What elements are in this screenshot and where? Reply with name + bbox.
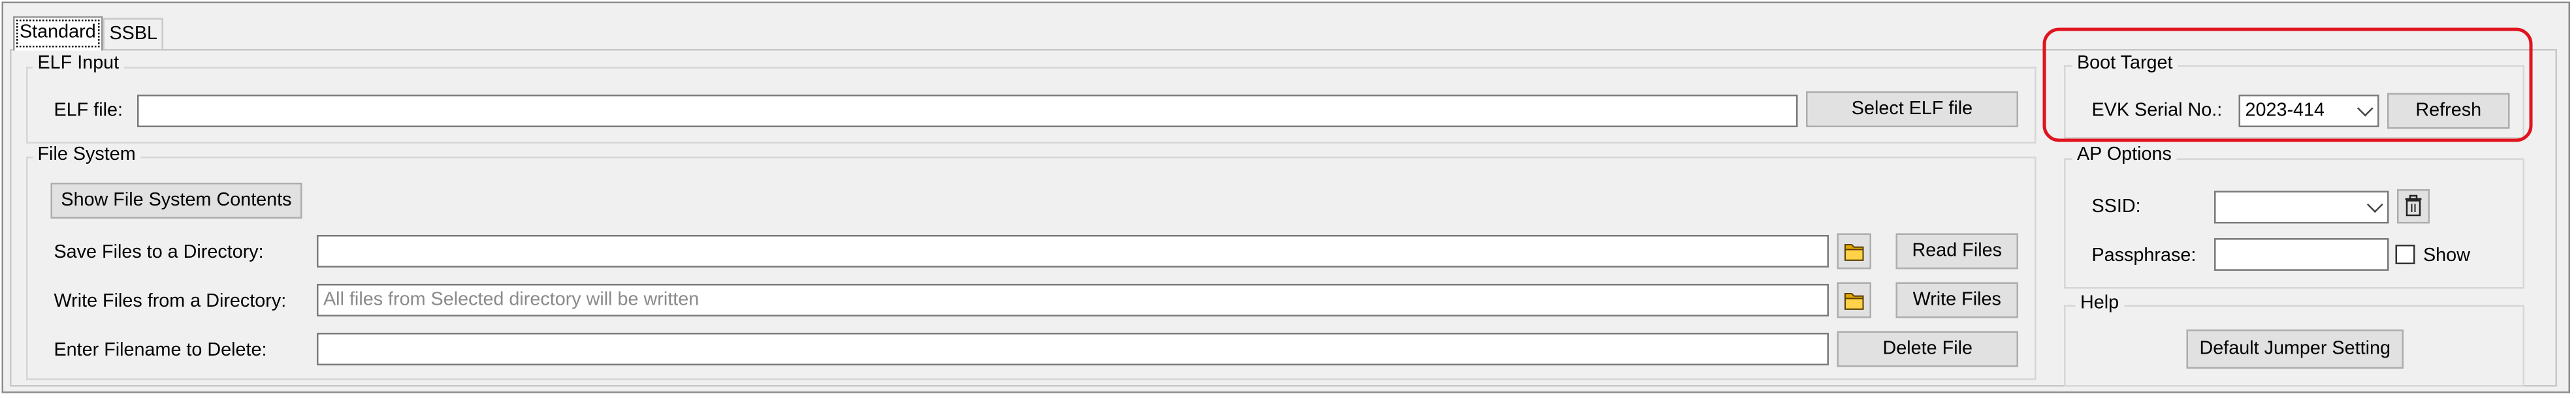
elf-file-label: ELF file: (54, 101, 123, 121)
delete-filename-label: Enter Filename to Delete: (54, 341, 267, 361)
ap-options-group-title: AP Options (2072, 145, 2177, 166)
show-file-system-contents-button[interactable]: Show File System Contents (50, 183, 302, 219)
show-passphrase-label: Show (2423, 246, 2470, 266)
save-files-label: Save Files to a Directory: (54, 243, 264, 263)
select-elf-file-button[interactable]: Select ELF file (1806, 91, 2018, 127)
folder-icon (1844, 293, 1864, 310)
folder-icon (1844, 244, 1864, 261)
chevron-down-icon (2357, 100, 2374, 117)
show-passphrase-checkbox[interactable] (2395, 245, 2415, 264)
elf-input-group-title: ELF Input (33, 54, 124, 75)
save-directory-input[interactable] (317, 235, 1829, 268)
delete-filename-input[interactable] (317, 333, 1829, 365)
write-files-button[interactable]: Write Files (1895, 282, 2018, 318)
write-browse-folder-button[interactable] (1837, 282, 1871, 318)
evk-serial-value: 2023-414 (2245, 101, 2325, 121)
file-system-group-title: File System (33, 145, 141, 166)
write-files-label: Write Files from a Directory: (54, 292, 287, 312)
default-jumper-setting-button[interactable]: Default Jumper Setting (2186, 329, 2404, 369)
delete-ssid-button[interactable] (2397, 189, 2430, 224)
passphrase-label: Passphrase: (2091, 246, 2197, 266)
passphrase-input[interactable] (2214, 238, 2389, 271)
elf-file-input[interactable] (137, 95, 1798, 127)
write-directory-input[interactable] (317, 284, 1829, 316)
save-browse-folder-button[interactable] (1837, 233, 1871, 269)
delete-file-button[interactable]: Delete File (1837, 331, 2018, 367)
evk-serial-label: EVK Serial No.: (2091, 101, 2223, 121)
trash-icon (2405, 194, 2422, 217)
evk-serial-select[interactable]: 2023-414 (2238, 95, 2379, 127)
boot-target-group-title: Boot Target (2072, 54, 2178, 75)
ssid-select[interactable] (2214, 191, 2389, 224)
tab-standard[interactable]: Standard (13, 16, 103, 51)
ssid-label: SSID: (2091, 197, 2141, 217)
chevron-down-icon (2366, 196, 2383, 213)
refresh-button[interactable]: Refresh (2387, 93, 2510, 129)
tab-ssbl[interactable]: SSBL (103, 18, 165, 49)
stage: SSBL Standard ELF Input ELF file: Select… (0, 0, 2575, 398)
help-group-title: Help (2075, 294, 2124, 315)
read-files-button[interactable]: Read Files (1895, 233, 2018, 269)
